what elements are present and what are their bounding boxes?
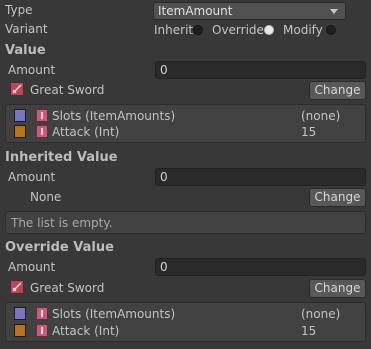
attribute-color-swatch — [14, 307, 26, 320]
value-attributes-list: Slots (ItemAmounts) (none) Attack (Int) … — [5, 104, 366, 143]
override-attribute-value: 15 — [301, 324, 317, 338]
type-dropdown-value: ItemAmount — [158, 4, 233, 18]
value-section-title: Value — [5, 43, 46, 58]
value-attribute-value: (none) — [301, 109, 341, 123]
inherited-amount-label: Amount — [8, 170, 56, 184]
type-dropdown[interactable]: ItemAmount — [153, 2, 346, 20]
attribute-type-icon — [36, 109, 48, 122]
inherited-attributes-list: The list is empty. — [5, 211, 366, 234]
value-amount-label: Amount — [8, 63, 56, 77]
value-amount-input[interactable]: 0 — [155, 61, 366, 79]
value-attribute-name: Attack (Int) — [52, 125, 120, 139]
override-attribute-value: (none) — [301, 307, 341, 321]
attribute-color-swatch — [14, 125, 26, 138]
value-attribute-name: Slots (ItemAmounts) — [52, 109, 176, 123]
attribute-type-icon — [36, 125, 48, 138]
empty-list-message: The list is empty. — [11, 216, 113, 230]
type-label: Type — [5, 3, 33, 17]
inherited-change-button[interactable]: Change — [309, 188, 366, 207]
variant-modify-radio[interactable] — [326, 25, 336, 35]
sword-icon — [10, 280, 24, 294]
override-section-title: Override Value — [5, 240, 114, 255]
sword-icon — [10, 82, 24, 96]
override-amount-label: Amount — [8, 260, 56, 274]
variant-inherit-radio[interactable] — [193, 25, 203, 35]
value-attribute-value: 15 — [301, 125, 317, 139]
value-item-name: Great Sword — [30, 83, 105, 97]
variant-override-radio[interactable] — [264, 25, 274, 35]
variant-option-override-label: Override — [212, 23, 264, 37]
override-change-button[interactable]: Change — [309, 279, 366, 298]
inherited-amount-input[interactable]: 0 — [155, 168, 366, 186]
override-attribute-name: Slots (ItemAmounts) — [52, 307, 176, 321]
attribute-color-swatch — [14, 324, 26, 337]
variant-label: Variant — [5, 22, 48, 36]
chevron-down-icon — [330, 9, 338, 14]
attribute-type-icon — [36, 307, 48, 320]
override-item-name: Great Sword — [30, 281, 105, 295]
value-change-button[interactable]: Change — [309, 81, 366, 100]
override-attributes-list: Slots (ItemAmounts) (none) Attack (Int) … — [5, 302, 366, 342]
inherited-section-title: Inherited Value — [5, 150, 118, 165]
variant-option-modify-label: Modify — [283, 23, 323, 37]
override-amount-input[interactable]: 0 — [155, 258, 366, 276]
variant-option-inherit-label: Inherit — [154, 23, 194, 37]
override-attribute-name: Attack (Int) — [52, 324, 120, 338]
attribute-color-swatch — [14, 109, 26, 122]
attribute-type-icon — [36, 324, 48, 337]
inherited-item-name: None — [30, 190, 62, 204]
